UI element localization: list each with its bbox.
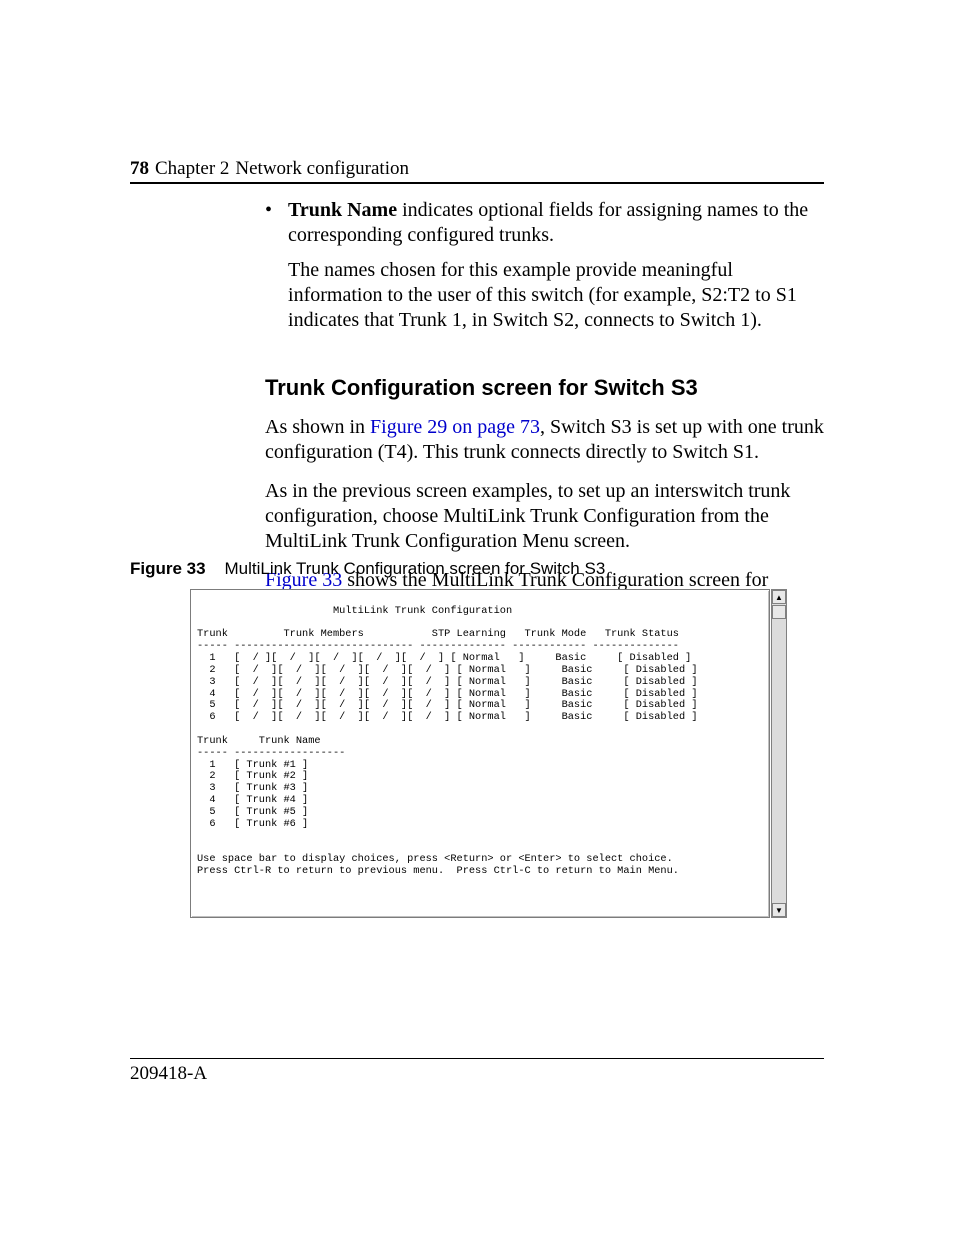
footer-rule (130, 1058, 824, 1059)
footer-doc-id: 209418-A (130, 1063, 207, 1085)
chevron-down-icon: ▼ (775, 906, 783, 915)
scroll-up-button[interactable]: ▲ (772, 590, 786, 604)
terminal-row-5: 5 [ / ][ / ][ / ][ / ][ / ] [ Normal ] B… (197, 699, 698, 711)
section-p2: As in the previous screen examples, to s… (265, 479, 824, 554)
terminal-name-row-1: 1 [ Trunk #1 ] (197, 759, 308, 771)
scrollbar-track[interactable]: ▲ ▼ (771, 589, 787, 918)
terminal-name-row-3: 3 [ Trunk #3 ] (197, 782, 308, 794)
scroll-thumb[interactable] (772, 605, 786, 619)
terminal-name-row-2: 2 [ Trunk #2 ] (197, 770, 308, 782)
terminal-name-row-4: 4 [ Trunk #4 ] (197, 794, 308, 806)
figure29-link[interactable]: Figure 29 on page 73 (370, 416, 540, 438)
page-number: 78 (130, 158, 149, 180)
terminal-row-1: 1 [ / ][ / ][ / ][ / ][ / ] [ Normal ] B… (197, 652, 691, 664)
bullet-lead-bold: Trunk Name (288, 199, 397, 221)
terminal-name-row-5: 5 [ Trunk #5 ] (197, 806, 308, 818)
terminal-row-3: 3 [ / ][ / ][ / ][ / ][ / ] [ Normal ] B… (197, 676, 698, 688)
chapter-label: Chapter 2 (155, 158, 229, 180)
bullet-marker: • (265, 198, 272, 223)
bullet-para2: The names chosen for this example provid… (288, 258, 824, 333)
terminal-row-6: 6 [ / ][ / ][ / ][ / ][ / ] [ Normal ] B… (197, 711, 698, 723)
bullet-item: • Trunk Name indicates optional fields f… (265, 198, 824, 347)
terminal-name-header: Trunk Trunk Name (197, 735, 321, 747)
terminal-divider: ----- ----------------------------- ----… (197, 640, 679, 652)
section-p1-pre: As shown in (265, 416, 370, 438)
header-rule (130, 182, 824, 184)
chevron-up-icon: ▲ (775, 593, 783, 602)
terminal-row-4: 4 [ / ][ / ][ / ][ / ][ / ] [ Normal ] B… (197, 688, 698, 700)
terminal-row-2: 2 [ / ][ / ][ / ][ / ][ / ] [ Normal ] B… (197, 664, 698, 676)
section-p1: As shown in Figure 29 on page 73, Switch… (265, 415, 824, 465)
terminal-footer-2: Press Ctrl-R to return to previous menu.… (197, 865, 679, 877)
terminal-title: MultiLink Trunk Configuration (197, 605, 512, 617)
scroll-down-button[interactable]: ▼ (772, 903, 786, 917)
chapter-title: Network configuration (235, 158, 409, 180)
section-title: Trunk Configuration screen for Switch S3 (265, 375, 824, 401)
terminal-header-row: Trunk Trunk Members STP Learning Trunk M… (197, 628, 679, 640)
terminal-footer-1: Use space bar to display choices, press … (197, 853, 673, 865)
figure-label: Figure 33 (130, 559, 206, 578)
page-header: 78 Chapter 2 Network configuration (130, 158, 824, 180)
figure-caption: Figure 33 MultiLink Trunk Configuration … (130, 559, 824, 579)
figure-caption-text: MultiLink Trunk Configuration screen for… (225, 559, 606, 578)
terminal-screenshot: MultiLink Trunk Configuration Trunk Trun… (190, 589, 770, 918)
terminal-name-divider: ----- ------------------ (197, 747, 345, 759)
terminal-name-row-6: 6 [ Trunk #6 ] (197, 818, 308, 830)
